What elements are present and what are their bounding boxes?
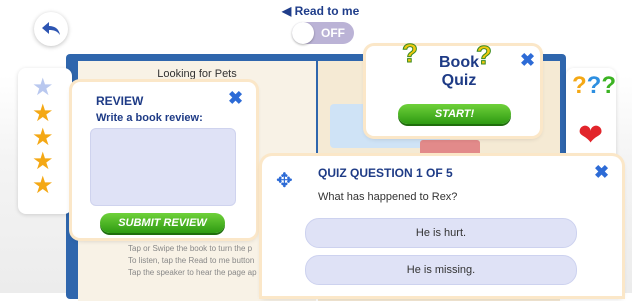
back-button[interactable] bbox=[34, 12, 68, 46]
answer-option[interactable]: He is missing. bbox=[305, 255, 577, 285]
question-mark-icon: ? bbox=[402, 38, 419, 69]
toggle-knob bbox=[292, 22, 314, 44]
question-marks-icon[interactable]: ??? bbox=[572, 72, 616, 100]
review-textarea[interactable] bbox=[90, 128, 236, 206]
book-instructions: Tap or Swipe the book to turn the p To l… bbox=[128, 244, 257, 277]
undo-arrow-icon bbox=[42, 22, 60, 35]
star-icon[interactable]: ★ bbox=[32, 150, 54, 174]
quiz-question-text: What has happened to Rex? bbox=[318, 191, 458, 203]
toggle-state: OFF bbox=[321, 26, 345, 40]
close-icon[interactable]: ✖ bbox=[228, 88, 243, 109]
submit-review-button[interactable]: SUBMIT REVIEW bbox=[100, 213, 225, 233]
book-title: Looking for Pets bbox=[157, 68, 237, 80]
rating-rail: ★ ★ ★ ★ ★ bbox=[18, 68, 72, 214]
close-icon[interactable]: ✖ bbox=[520, 50, 535, 71]
star-icon[interactable]: ★ bbox=[32, 102, 54, 126]
read-to-me-toggle[interactable]: OFF bbox=[292, 22, 354, 44]
answer-option[interactable]: He is hurt. bbox=[305, 218, 577, 248]
quiz-question-title: QUIZ QUESTION 1 OF 5 bbox=[318, 166, 453, 180]
start-quiz-button[interactable]: START! bbox=[398, 104, 511, 124]
book-quiz-title: Book Quiz bbox=[439, 54, 479, 89]
speaker-icon: ◀ bbox=[282, 4, 292, 18]
review-title: REVIEW bbox=[96, 94, 144, 108]
star-icon[interactable]: ★ bbox=[32, 174, 54, 198]
star-outline-icon[interactable]: ★ bbox=[32, 76, 54, 100]
heart-icon[interactable]: ❤ bbox=[578, 118, 603, 153]
star-icon[interactable]: ★ bbox=[32, 126, 54, 150]
read-to-me-label: ◀ Read to me bbox=[282, 4, 360, 18]
move-icon[interactable]: ✥ bbox=[276, 168, 293, 193]
close-icon[interactable]: ✖ bbox=[594, 162, 609, 183]
review-subtitle: Write a book review: bbox=[96, 112, 203, 124]
